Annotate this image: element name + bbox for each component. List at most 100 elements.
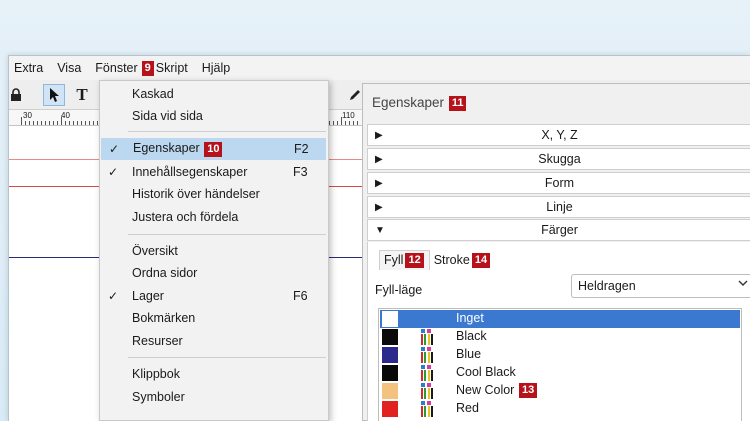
menu-item-label: Justera och fördela: [132, 210, 239, 224]
menu-fonster[interactable]: Fönster: [95, 61, 137, 75]
menu-separator: [128, 131, 326, 132]
menu-item-label: Översikt: [132, 244, 178, 258]
ruler-tick: [53, 121, 54, 125]
section-form[interactable]: ▶ Form: [367, 172, 750, 194]
cmyk-spot-icon: [421, 401, 433, 417]
ruler-label: 30: [23, 111, 32, 120]
color-name: New Color: [456, 383, 515, 397]
menu-hjalp[interactable]: Hjälp: [202, 61, 231, 75]
callout-badge-10: 10: [204, 141, 223, 157]
expand-arrow-icon: ▶: [375, 153, 383, 165]
ruler-tick: [357, 121, 358, 125]
color-name: Cool Black: [456, 365, 516, 379]
ruler-tick: [65, 121, 66, 125]
menu-item-lager[interactable]: ✓ Lager F6: [100, 285, 328, 307]
tab-fyll[interactable]: Fyll 12: [379, 250, 430, 271]
menu-item-historik[interactable]: Historik över händelser: [100, 183, 328, 205]
fill-mode-select[interactable]: Heldragen: [571, 274, 750, 298]
menu-visa[interactable]: Visa: [57, 61, 81, 75]
menu-item-egenskaper[interactable]: ✓ Egenskaper 10 F2: [101, 138, 326, 160]
section-farger[interactable]: ▼ Färger: [367, 219, 750, 241]
ruler-tick: [37, 121, 38, 125]
ruler-tick: [89, 121, 90, 125]
ruler-tick: [353, 121, 354, 125]
color-row[interactable]: Inget: [380, 310, 740, 328]
select-arrow-icon[interactable]: [43, 84, 65, 106]
menu-item-oversikt[interactable]: Översikt: [100, 240, 328, 262]
color-name: Black: [456, 329, 487, 343]
panel-title-text: Egenskaper: [372, 95, 445, 110]
farger-section-body: Fyll 12 Stroke 14 Fyll-läge Heldragen Inge…: [367, 242, 750, 421]
ruler-tick: [345, 121, 346, 125]
menu-item-bokmarken[interactable]: Bokmärken: [100, 307, 328, 329]
section-linje[interactable]: ▶ Linje: [367, 196, 750, 218]
expand-arrow-icon: ▶: [375, 201, 383, 213]
color-row[interactable]: New Color 13: [380, 382, 740, 400]
section-label: Form: [544, 176, 575, 190]
cmyk-spot-icon: [421, 365, 433, 381]
tab-stroke[interactable]: Stroke 14: [430, 251, 495, 270]
check-icon: ✓: [108, 289, 119, 303]
color-row[interactable]: Red: [380, 400, 740, 418]
ruler-tick: [61, 117, 62, 125]
ruler-tick: [329, 121, 330, 125]
fill-mode-label: Fyll-läge: [375, 283, 423, 297]
shortcut-label: F6: [293, 289, 308, 303]
fill-stroke-tabs: Fyll 12 Stroke 14: [379, 250, 495, 271]
menu-item-symboler[interactable]: Symboler: [100, 386, 328, 408]
color-swatch: [382, 401, 398, 417]
color-list[interactable]: Inget Black Blue Cool Black New Color 13 Red: [378, 308, 742, 421]
menu-item-label: Kaskad: [132, 87, 174, 101]
menu-skript[interactable]: Skript: [156, 61, 188, 75]
menu-item-sida-vid-sida[interactable]: Sida vid sida: [100, 105, 328, 127]
menu-item-ordna-sidor[interactable]: Ordna sidor: [100, 262, 328, 284]
menu-item-label: Lager: [132, 289, 164, 303]
color-row[interactable]: Cool Black: [380, 364, 740, 382]
ruler-tick: [69, 121, 70, 125]
color-name: Inget: [456, 311, 484, 325]
callout-badge-13: 13: [519, 383, 538, 398]
cmyk-spot-icon: [421, 347, 433, 363]
fonster-menu: Kaskad Sida vid sida ✓ Egenskaper 10 F2 …: [99, 80, 329, 421]
ruler-tick: [41, 121, 42, 125]
ruler-tick: [77, 121, 78, 125]
menu-item-text: Egenskaper: [133, 141, 200, 156]
section-xyz[interactable]: ▶ X, Y, Z: [367, 124, 750, 146]
collapse-arrow-icon: ▼: [375, 224, 385, 236]
ruler-tick: [341, 117, 342, 125]
menu-item-innehallsegenskaper[interactable]: ✓ Innehållsegenskaper F3: [100, 161, 328, 183]
menubar: Extra Visa Fönster 9 Skript Hjälp: [9, 56, 750, 80]
expand-arrow-icon: ▶: [375, 177, 383, 189]
menu-item-kaskad[interactable]: Kaskad: [100, 83, 328, 105]
color-row[interactable]: Black: [380, 328, 740, 346]
ruler-tick: [21, 117, 22, 125]
color-swatch: [382, 329, 398, 345]
color-row[interactable]: Blue: [380, 346, 740, 364]
text-tool-icon[interactable]: T: [71, 84, 93, 106]
section-label: Färger: [541, 223, 578, 237]
menu-item-klippbok[interactable]: Klippbok: [100, 363, 328, 385]
lock-icon[interactable]: [9, 84, 27, 106]
ruler-tick: [337, 121, 338, 125]
cmyk-spot-icon: [421, 383, 433, 399]
expand-arrow-icon: ▶: [375, 129, 383, 141]
section-skugga[interactable]: ▶ Skugga: [367, 148, 750, 170]
shortcut-label: F3: [293, 165, 308, 179]
ruler-tick: [349, 121, 350, 125]
tab-label: Stroke: [433, 252, 470, 267]
menu-item-label: Resurser: [132, 334, 183, 348]
callout-badge-14: 14: [471, 252, 491, 268]
menu-item-justera[interactable]: Justera och fördela: [100, 206, 328, 228]
ruler-tick: [73, 121, 74, 125]
color-swatch: [382, 383, 398, 399]
menu-item-label: Symboler: [132, 390, 185, 404]
ruler-label: 110: [342, 111, 355, 120]
menu-item-label: Historik över händelser: [132, 187, 260, 201]
menu-extra[interactable]: Extra: [14, 61, 43, 75]
chevron-down-icon: [738, 278, 748, 291]
color-swatch: [382, 365, 398, 381]
ruler-tick: [29, 121, 30, 125]
menu-separator: [128, 234, 326, 235]
check-icon: ✓: [108, 165, 119, 179]
menu-item-resurser[interactable]: Resurser: [100, 330, 328, 352]
